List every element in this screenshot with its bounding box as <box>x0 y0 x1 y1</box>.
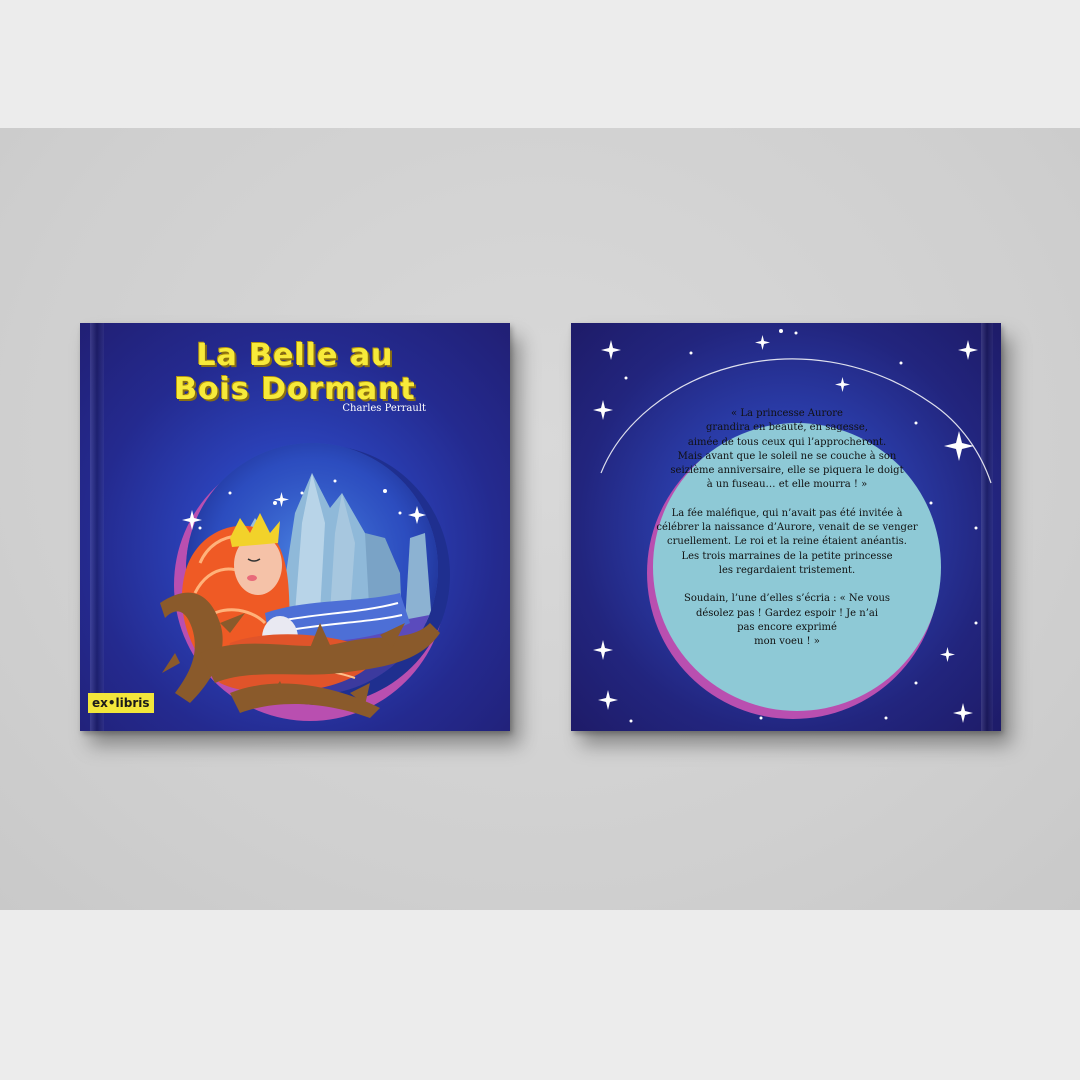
text-line: Mais avant que le soleil ne se couche à … <box>677 450 897 462</box>
text-line: aimée de tous ceux qui l’approcheront. <box>687 436 887 448</box>
text-line: mon voeu ! » <box>754 636 820 648</box>
paragraph-1: « La princesse Aurore grandira en beauté… <box>625 407 949 493</box>
text-line: pas encore exprimé <box>737 621 837 633</box>
author-name: Charles Perrault <box>342 403 426 414</box>
paragraph-2: La fée maléfique, qui n’avait pas été in… <box>625 507 949 578</box>
backdrop-bottom <box>0 910 1080 1080</box>
text-line: les regardaient tristement. <box>718 564 856 576</box>
back-cover-text: « La princesse Aurore grandira en beauté… <box>625 407 949 663</box>
backdrop-top <box>0 0 1080 128</box>
text-line: désolez pas ! Gardez espoir ! Je n’ai <box>695 607 879 619</box>
title-line-1: La Belle au <box>196 338 394 373</box>
text-line: « La princesse Aurore <box>731 408 843 419</box>
text-line: seizième anniversaire, elle se piquera l… <box>670 465 904 477</box>
text-line: cruellement. Le roi et la reine étaient … <box>667 536 907 548</box>
text-line: célébrer la naissance d’Aurore, venait d… <box>656 522 918 534</box>
text-line: La fée maléfique, qui n’avait pas été in… <box>671 507 903 519</box>
text-line: Soudain, l’une d’elles s’écria : « Ne vo… <box>683 593 891 605</box>
back-cover: « La princesse Aurore grandira en beauté… <box>571 323 1001 731</box>
title-line-2: Bois Dormant <box>174 372 416 407</box>
publisher-logo: ex•libris <box>88 693 154 713</box>
book-title: La Belle au Bois Dormant <box>80 339 510 407</box>
front-cover: La Belle au Bois Dormant Charles Perraul… <box>80 323 510 731</box>
text-line: Les trois marraines de la petite princes… <box>681 550 893 562</box>
paragraph-3: Soudain, l’une d’elles s’écria : « Ne vo… <box>625 592 949 649</box>
text-line: à un fuseau… et elle mourra ! » <box>706 479 868 491</box>
text-line: grandira en beauté, en sagesse, <box>706 422 868 434</box>
